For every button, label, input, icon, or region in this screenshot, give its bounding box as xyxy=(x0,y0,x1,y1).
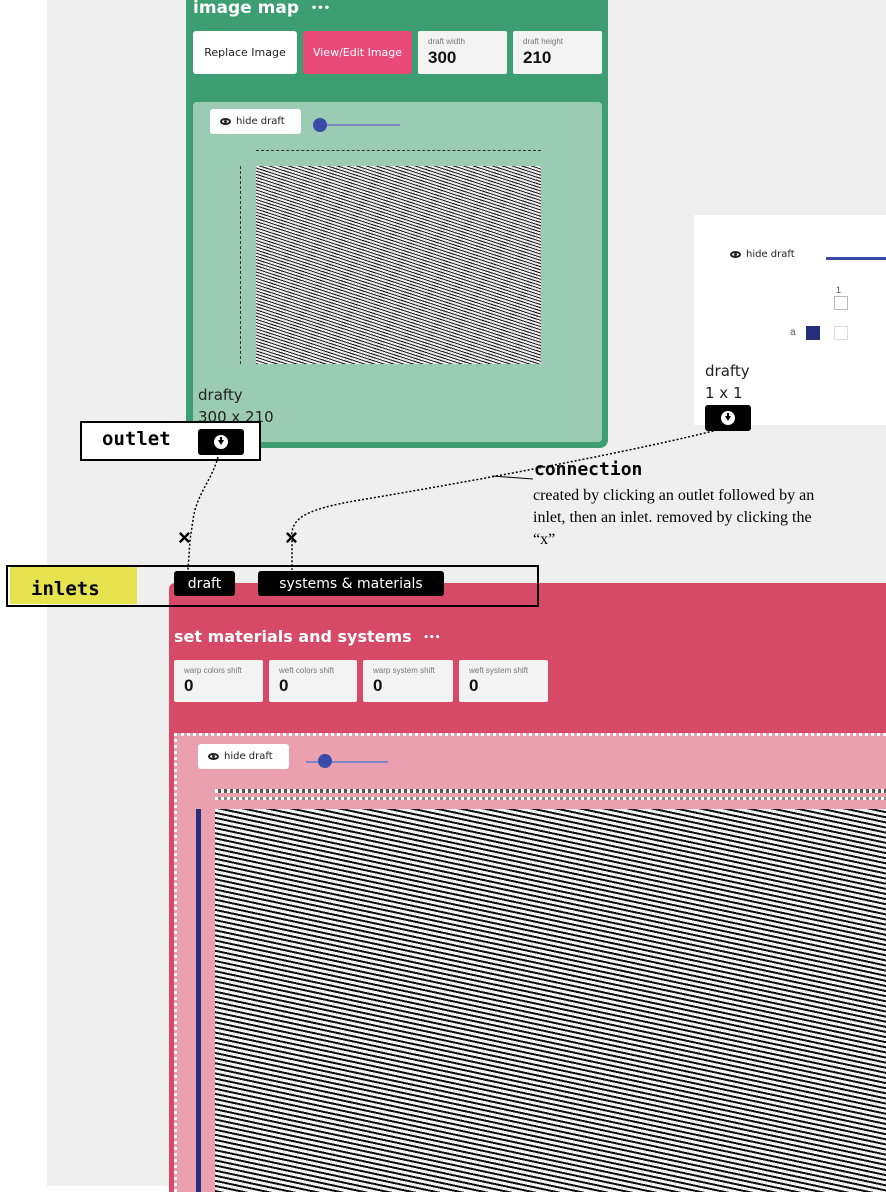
eye-icon xyxy=(208,753,219,760)
param-label: warp system shift xyxy=(373,666,435,675)
set-materials-title: set materials and systems ••• xyxy=(174,627,441,646)
param-value[interactable]: 0 xyxy=(279,676,347,696)
remove-connection-x-icon[interactable]: × xyxy=(285,527,298,549)
weft-material-column xyxy=(196,809,201,1192)
connection-annotation-title: connection xyxy=(534,459,643,480)
warp-system-shift-field[interactable]: warp system shift 0 xyxy=(363,660,453,702)
more-options-icon[interactable]: ••• xyxy=(423,633,440,643)
weft-colors-shift-field[interactable]: weft colors shift 0 xyxy=(269,660,357,702)
warp-colors-shift-field[interactable]: warp colors shift 0 xyxy=(174,660,263,702)
weft-system-shift-field[interactable]: weft system shift 0 xyxy=(459,660,548,702)
connection-outlet-to-draft[interactable] xyxy=(187,456,219,571)
materials-hide-draft-button[interactable]: hide draft xyxy=(198,744,289,769)
param-value[interactable]: 0 xyxy=(469,676,538,696)
hide-draft-label: hide draft xyxy=(224,751,273,762)
remove-connection-x-icon[interactable]: × xyxy=(178,527,191,549)
materials-draft-visualization[interactable] xyxy=(215,809,886,1192)
param-value[interactable]: 0 xyxy=(184,676,253,696)
node-title-text: set materials and systems xyxy=(174,627,412,646)
warp-material-row xyxy=(215,797,886,800)
connection-desc-line: “x” xyxy=(533,531,556,548)
param-label: weft system shift xyxy=(469,666,529,675)
connection-callout-line xyxy=(491,475,534,480)
connection-annotation-description: created by clicking an outlet followed b… xyxy=(533,485,886,551)
param-label: weft colors shift xyxy=(279,666,335,675)
connection-desc-line: created by clicking an outlet followed b… xyxy=(533,487,815,504)
param-label: warp colors shift xyxy=(184,666,242,675)
connection-desc-line: inlet, then an inlet. removed by clickin… xyxy=(533,509,812,526)
inlet-systems-materials[interactable]: systems & materials xyxy=(258,571,444,596)
param-value[interactable]: 0 xyxy=(373,676,443,696)
materials-zoom-slider-knob[interactable] xyxy=(318,754,332,768)
inlet-draft[interactable]: draft xyxy=(174,571,235,596)
warp-system-row xyxy=(215,789,886,793)
